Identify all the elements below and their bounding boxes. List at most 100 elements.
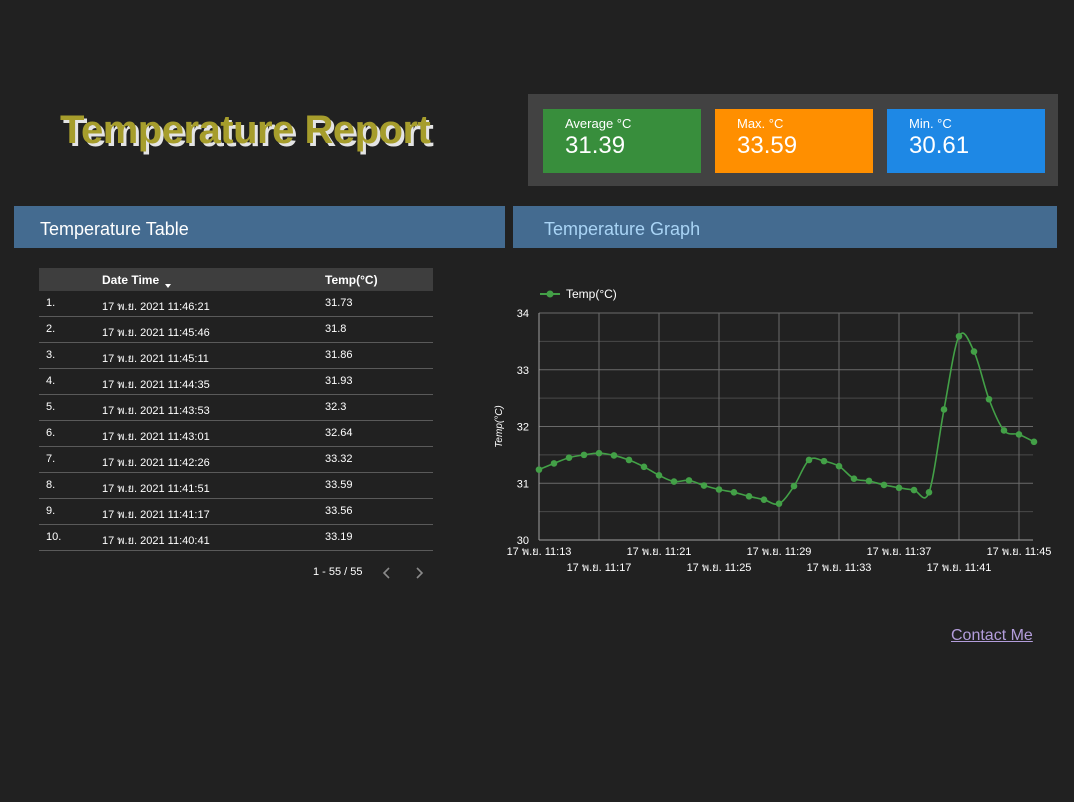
temperature-table: Date Time Temp(°C) 1. 17 พ.ย. 2021 11:46:… [39, 268, 433, 551]
data-point [595, 449, 603, 457]
column-header-temp[interactable]: Temp(°C) [325, 273, 378, 287]
row-date-time: 17 พ.ย. 2021 11:41:17 [102, 509, 210, 521]
row-temp: 32.64 [325, 427, 353, 439]
data-point [580, 451, 588, 459]
data-point [760, 496, 768, 504]
row-date-time: 17 พ.ย. 2021 11:41:51 [102, 483, 210, 495]
row-date-time: 17 พ.ย. 2021 11:44:35 [102, 379, 210, 391]
row-temp: 31.73 [325, 297, 353, 309]
y-tick-label: 32 [517, 422, 529, 434]
data-point [535, 466, 543, 473]
row-temp: 33.19 [325, 531, 353, 543]
y-tick-label: 34 [517, 308, 529, 320]
page-title: Temperature Report [60, 108, 431, 152]
table-row[interactable]: 9. 17 พ.ย. 2021 11:41:17 33.56 [39, 499, 433, 525]
data-point [940, 406, 948, 413]
row-temp: 31.93 [325, 375, 353, 387]
table-row[interactable]: 1. 17 พ.ย. 2021 11:46:21 31.73 [39, 291, 433, 317]
data-point [910, 486, 918, 494]
data-point [1030, 438, 1038, 446]
graph-section-header: Temperature Graph [513, 206, 1057, 248]
x-tick-label: 17 พ.ย. 11:37 [867, 546, 932, 558]
data-point [1000, 427, 1008, 434]
x-tick-label: 17 พ.ย. 11:17 [567, 562, 632, 574]
data-point [895, 484, 903, 492]
row-date-time: 17 พ.ย. 2021 11:46:21 [102, 301, 210, 313]
data-point [550, 460, 558, 467]
data-point [730, 489, 738, 496]
row-date-time: 17 พ.ย. 2021 11:43:01 [102, 431, 210, 443]
table-row[interactable]: 4. 17 พ.ย. 2021 11:44:35 31.93 [39, 369, 433, 395]
y-tick-label: 31 [517, 478, 529, 490]
row-index: 3. [46, 349, 56, 361]
table-row[interactable]: 7. 17 พ.ย. 2021 11:42:26 33.32 [39, 447, 433, 473]
data-point [835, 462, 843, 470]
table-row[interactable]: 10. 17 พ.ย. 2021 11:40:41 33.19 [39, 525, 433, 551]
max-temp-label: Max. °C [737, 116, 784, 131]
row-temp: 32.3 [325, 401, 347, 413]
data-point [775, 500, 783, 507]
data-point [670, 478, 678, 485]
row-temp: 31.8 [325, 323, 347, 335]
pagination-label: 1 - 55 / 55 [313, 566, 363, 578]
data-point [880, 481, 888, 489]
row-temp: 33.56 [325, 505, 353, 517]
average-temp-value: 31.39 [565, 132, 626, 159]
average-temp-card: Average °C 31.39 [543, 109, 701, 173]
data-point [565, 454, 573, 462]
table-row[interactable]: 2. 17 พ.ย. 2021 11:45:46 31.8 [39, 317, 433, 343]
min-temp-card: Min. °C 30.61 [887, 109, 1045, 173]
row-date-time: 17 พ.ย. 2021 11:45:46 [102, 327, 210, 339]
x-tick-label: 17 พ.ย. 11:29 [747, 546, 812, 558]
row-index: 10. [46, 531, 62, 543]
data-point [610, 452, 618, 459]
row-date-time: 17 พ.ย. 2021 11:43:53 [102, 405, 210, 417]
previous-page-chevron-icon[interactable] [382, 566, 392, 580]
data-point [625, 456, 633, 464]
row-index: 8. [46, 479, 56, 491]
data-point [1015, 431, 1023, 438]
date-time-header-label: Date Time [102, 273, 160, 287]
x-tick-label: 17 พ.ย. 11:25 [687, 562, 752, 574]
row-index: 9. [46, 505, 56, 517]
sort-descending-icon [165, 283, 172, 288]
average-temp-label: Average °C [565, 116, 632, 131]
x-tick-label: 17 พ.ย. 11:45 [987, 546, 1052, 558]
table-row[interactable]: 3. 17 พ.ย. 2021 11:45:11 31.86 [39, 343, 433, 369]
data-point [985, 395, 993, 403]
row-index: 1. [46, 297, 56, 309]
min-temp-label: Min. °C [909, 116, 952, 131]
data-point [865, 477, 873, 485]
table-section-header: Temperature Table [14, 206, 505, 248]
data-point [790, 482, 798, 490]
x-tick-label: 17 พ.ย. 11:41 [927, 562, 992, 574]
temperature-line-chart: 303132333417 พ.ย. 11:1317 พ.ย. 11:1717 พ… [494, 287, 1052, 574]
table-body: 1. 17 พ.ย. 2021 11:46:21 31.73 2. 17 พ.ย. 20… [39, 291, 433, 551]
data-point [955, 332, 963, 340]
table-row[interactable]: 6. 17 พ.ย. 2021 11:43:01 32.64 [39, 421, 433, 447]
x-tick-label: 17 พ.ย. 11:13 [507, 546, 572, 558]
x-tick-label: 17 พ.ย. 11:33 [807, 562, 872, 574]
x-tick-label: 17 พ.ย. 11:21 [627, 546, 692, 558]
row-date-time: 17 พ.ย. 2021 11:40:41 [102, 535, 210, 547]
max-temp-card: Max. °C 33.59 [715, 109, 873, 173]
data-point [970, 348, 978, 355]
max-temp-value: 33.59 [737, 132, 798, 159]
row-index: 7. [46, 453, 56, 465]
data-point [745, 493, 753, 500]
data-point [850, 475, 858, 483]
data-point [640, 463, 648, 471]
y-axis-title: Temp(°C) [494, 405, 505, 448]
legend-marker [546, 290, 554, 298]
table-row[interactable]: 5. 17 พ.ย. 2021 11:43:53 32.3 [39, 395, 433, 421]
column-header-date-time[interactable]: Date Time [102, 273, 172, 288]
row-index: 4. [46, 375, 56, 387]
row-temp: 31.86 [325, 349, 353, 361]
row-index: 2. [46, 323, 56, 335]
contact-me-link[interactable]: Contact Me [951, 627, 1033, 645]
data-point [700, 482, 708, 489]
next-page-chevron-icon[interactable] [414, 566, 424, 580]
data-point [715, 486, 723, 493]
row-index: 6. [46, 427, 56, 439]
table-row[interactable]: 8. 17 พ.ย. 2021 11:41:51 33.59 [39, 473, 433, 499]
